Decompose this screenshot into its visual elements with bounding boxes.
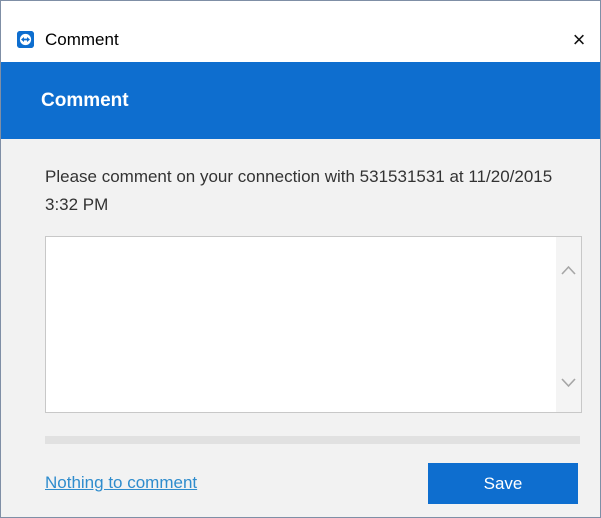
save-button[interactable]: Save bbox=[428, 463, 578, 504]
comment-textarea[interactable] bbox=[46, 237, 556, 412]
chevron-down-icon bbox=[561, 378, 576, 388]
scroll-down-button[interactable] bbox=[556, 368, 581, 396]
dialog-heading: Comment bbox=[41, 90, 129, 111]
title-bar: Comment × bbox=[1, 1, 600, 62]
scroll-up-button[interactable] bbox=[556, 257, 581, 285]
vertical-scrollbar[interactable] bbox=[556, 237, 581, 412]
chevron-up-icon bbox=[561, 265, 576, 275]
comment-prompt: Please comment on your connection with 5… bbox=[45, 167, 553, 214]
header-banner: Comment bbox=[1, 62, 600, 139]
comment-textarea-container bbox=[45, 236, 582, 413]
comment-dialog: Comment × Comment Please comment on your… bbox=[0, 0, 601, 518]
close-icon: × bbox=[572, 27, 586, 52]
teamviewer-logo-icon bbox=[17, 31, 34, 48]
window-title: Comment bbox=[45, 30, 119, 49]
close-button[interactable]: × bbox=[561, 23, 597, 57]
separator-bar bbox=[45, 436, 580, 444]
nothing-to-comment-link[interactable]: Nothing to comment bbox=[45, 472, 197, 494]
